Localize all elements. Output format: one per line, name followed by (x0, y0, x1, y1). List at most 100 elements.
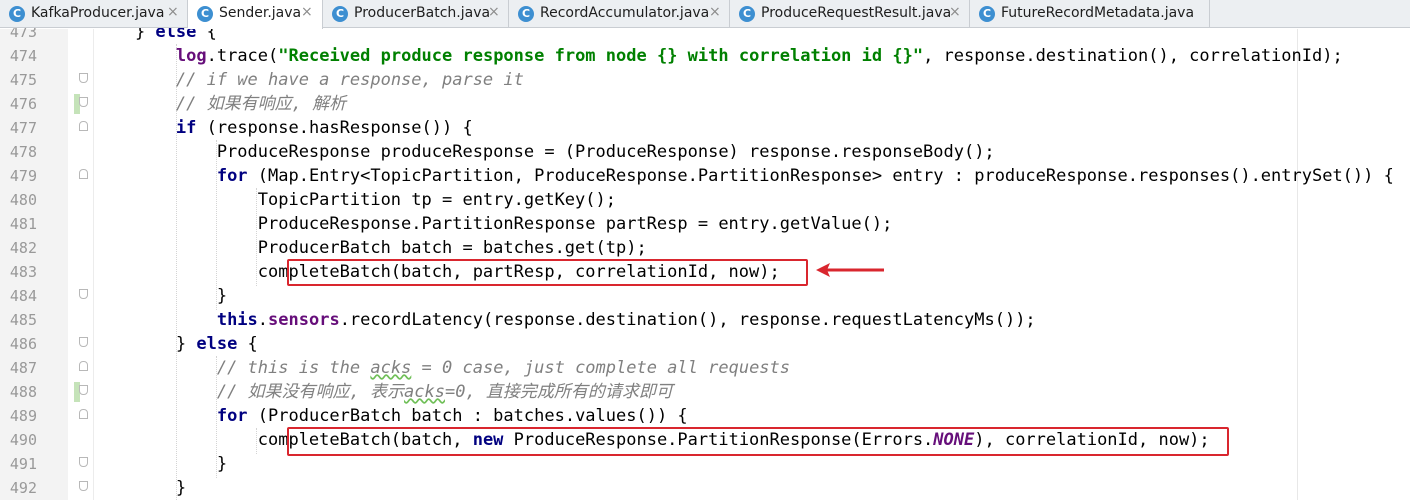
tab-futurerecordmetadata[interactable]: C FutureRecordMetadata.java (970, 0, 1210, 28)
fold-start-icon[interactable] (79, 121, 88, 131)
fold-end-icon[interactable] (79, 337, 88, 347)
code-line[interactable]: } else { (94, 332, 258, 356)
code-token: this (216, 310, 258, 330)
code-token: sensors (268, 310, 340, 330)
line-number[interactable]: 474 (0, 44, 37, 68)
java-class-icon: C (332, 6, 348, 22)
code-token: =0, 直接完成所有的请求即可 (444, 382, 673, 402)
code-token: ProduceResponse produceResponse = (Produ… (94, 142, 995, 162)
line-number[interactable]: 476 (0, 92, 37, 116)
code-line[interactable]: // 如果有响应, 解析 (94, 92, 346, 116)
line-number[interactable]: 487 (0, 356, 37, 380)
code-token: } (94, 286, 228, 306)
line-number[interactable]: 481 (0, 212, 37, 236)
red-arrow-icon (816, 263, 884, 277)
tab-sender[interactable]: C Sender.java × (188, 0, 323, 29)
code-token: (Map.Entry<TopicPartition, ProduceRespon… (247, 166, 1394, 186)
line-number[interactable]: 475 (0, 68, 37, 92)
fold-end-icon[interactable] (79, 97, 88, 107)
code-token: acks (404, 382, 445, 402)
code-line[interactable]: } (94, 284, 227, 308)
code-line[interactable]: } (94, 476, 186, 500)
line-number[interactable]: 492 (0, 476, 37, 500)
highlight-box (287, 259, 808, 286)
fold-start-icon[interactable] (79, 361, 88, 371)
line-number[interactable]: 486 (0, 332, 37, 356)
code-token: (ProducerBatch batch : batches.values())… (247, 406, 688, 426)
line-number[interactable]: 480 (0, 188, 37, 212)
line-number[interactable]: 483 (0, 260, 37, 284)
line-number[interactable]: 490 (0, 428, 37, 452)
code-token: .recordLatency(response.destination(), r… (339, 310, 1036, 330)
close-icon[interactable]: × (949, 4, 961, 20)
tab-producerequestresult[interactable]: C ProduceRequestResult.java × (730, 0, 970, 28)
tab-recordaccumulator[interactable]: C RecordAccumulator.java × (509, 0, 730, 28)
right-margin-guide (1297, 29, 1298, 500)
java-class-icon: C (518, 6, 534, 22)
fold-start-icon[interactable] (79, 409, 88, 419)
code-token: log (175, 46, 207, 66)
fold-start-icon[interactable] (79, 169, 88, 179)
code-token: for (216, 166, 248, 186)
line-number[interactable]: 484 (0, 284, 37, 308)
code-token: acks (370, 358, 412, 378)
java-class-icon: C (979, 6, 995, 22)
code-line[interactable]: this.sensors.recordLatency(response.dest… (94, 308, 1036, 332)
code-line[interactable]: // 如果没有响应, 表示acks=0, 直接完成所有的请求即可 (94, 380, 673, 404)
code-line[interactable]: // if we have a response, parse it (94, 68, 524, 92)
code-line[interactable]: ProducerBatch batch = batches.get(tp); (94, 236, 647, 260)
code-token: // if we have a response, parse it (175, 70, 524, 90)
code-token: else (196, 334, 238, 354)
line-number[interactable]: 478 (0, 140, 37, 164)
code-line[interactable]: log.trace("Received produce response fro… (94, 44, 1343, 68)
code-token: .trace( (206, 46, 279, 66)
code-token: if (175, 118, 197, 138)
code-token: "Received produce response from node {} … (278, 46, 924, 66)
code-line[interactable]: ProduceResponse.PartitionResponse partRe… (94, 212, 893, 236)
tab-producerbatch[interactable]: C ProducerBatch.java × (323, 0, 509, 28)
line-number[interactable]: 491 (0, 452, 37, 476)
code-token: // this is the (216, 358, 371, 378)
code-line[interactable]: for (ProducerBatch batch : batches.value… (94, 404, 688, 428)
close-icon[interactable]: × (301, 4, 313, 20)
code-line[interactable]: ProduceResponse produceResponse = (Produ… (94, 140, 995, 164)
tab-label: RecordAccumulator.java (540, 5, 710, 21)
code-token: ProduceResponse.PartitionResponse partRe… (94, 214, 893, 234)
code-line[interactable]: // this is the acks = 0 case, just compl… (94, 356, 790, 380)
close-icon[interactable]: × (488, 4, 500, 20)
code-token: } (94, 454, 228, 474)
tab-label: ProduceRequestResult.java (761, 5, 952, 21)
line-number[interactable]: 482 (0, 236, 37, 260)
fold-end-icon[interactable] (79, 457, 88, 467)
close-icon[interactable]: × (167, 4, 179, 20)
highlight-box (287, 427, 1229, 456)
tab-kafkaproducer[interactable]: C KafkaProducer.java × (0, 0, 188, 28)
fold-end-icon[interactable] (79, 289, 88, 299)
fold-end-icon[interactable] (79, 73, 88, 83)
code-token: TopicPartition tp = entry.getKey(); (94, 190, 616, 210)
line-number[interactable]: 479 (0, 164, 37, 188)
fold-end-icon[interactable] (79, 385, 88, 395)
line-number[interactable]: 485 (0, 308, 37, 332)
fold-end-icon[interactable] (79, 481, 88, 491)
code-token: , response.destination(), correlationId)… (923, 46, 1343, 66)
code-line[interactable]: for (Map.Entry<TopicPartition, ProduceRe… (94, 164, 1394, 188)
close-icon[interactable]: × (709, 4, 721, 20)
line-number[interactable]: 488 (0, 380, 37, 404)
tab-label: ProducerBatch.java (354, 5, 491, 21)
line-number[interactable]: 489 (0, 404, 37, 428)
code-line[interactable]: TopicPartition tp = entry.getKey(); (94, 188, 616, 212)
line-number[interactable]: 477 (0, 116, 37, 140)
code-line[interactable]: if (response.hasResponse()) { (94, 116, 473, 140)
code-token: } (94, 478, 187, 498)
code-line[interactable]: } (94, 452, 227, 476)
java-class-icon: C (739, 6, 755, 22)
code-token: for (216, 406, 248, 426)
